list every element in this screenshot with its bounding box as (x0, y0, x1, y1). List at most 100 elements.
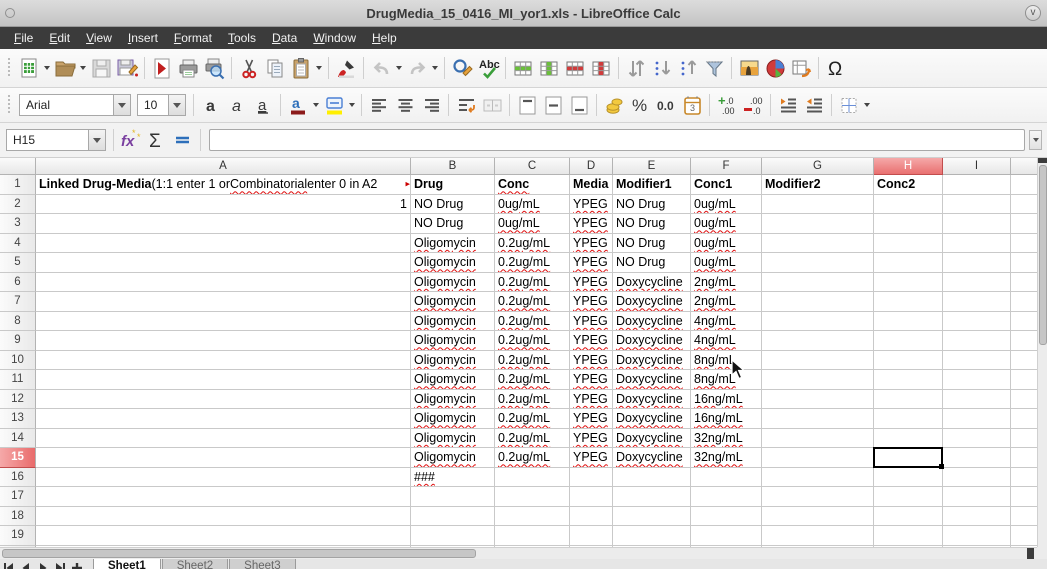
borders-caret[interactable] (862, 93, 872, 117)
align-right-icon[interactable] (418, 92, 444, 118)
cell-I14[interactable] (943, 429, 1011, 449)
cell-I12[interactable] (943, 390, 1011, 410)
font-color-icon[interactable]: a (285, 92, 311, 118)
next-sheet-icon[interactable] (34, 561, 51, 569)
cell-I9[interactable] (943, 331, 1011, 351)
cell-B7[interactable]: Oligomycin (411, 292, 495, 312)
menu-view[interactable]: View (78, 29, 120, 47)
cell-C18[interactable] (495, 507, 570, 527)
cell-I11[interactable] (943, 370, 1011, 390)
cell-C4[interactable]: 0.2ug/mL (495, 234, 570, 254)
name-box-dropdown[interactable] (89, 129, 106, 151)
vertical-scrollbar-thumb[interactable] (1039, 165, 1047, 345)
cell-C10[interactable]: 0.2ug/mL (495, 351, 570, 371)
cell-H17[interactable] (874, 487, 943, 507)
cell-C2[interactable]: 0ug/mL (495, 195, 570, 215)
open-icon[interactable] (52, 55, 78, 81)
cell-G17[interactable] (762, 487, 874, 507)
cell-C3[interactable]: 0ug/mL (495, 214, 570, 234)
cell-D6[interactable]: YPEG (570, 273, 613, 293)
highlight-color-icon[interactable] (321, 92, 347, 118)
cell-E18[interactable] (613, 507, 691, 527)
cell-D13[interactable]: YPEG (570, 409, 613, 429)
vertical-split-handle[interactable] (1038, 158, 1047, 163)
currency-icon[interactable] (601, 92, 627, 118)
cell-A15[interactable] (36, 448, 411, 468)
column-header-D[interactable]: D (570, 158, 613, 175)
italic-icon[interactable]: a (224, 92, 250, 118)
cell-A7[interactable] (36, 292, 411, 312)
menu-insert[interactable]: Insert (120, 29, 166, 47)
add-sheet-icon[interactable] (68, 561, 85, 569)
cell-D11[interactable]: YPEG (570, 370, 613, 390)
cell-E9[interactable]: Doxycycline (613, 331, 691, 351)
cell-B19[interactable] (411, 526, 495, 546)
cell-B14[interactable]: Oligomycin (411, 429, 495, 449)
cell-A13[interactable] (36, 409, 411, 429)
sheet-tab-sheet1[interactable]: Sheet1 (93, 559, 161, 569)
font-size-combo-dropdown[interactable] (169, 94, 186, 116)
cell-C8[interactable]: 0.2ug/mL (495, 312, 570, 332)
cell-A3[interactable] (36, 214, 411, 234)
cell-C13[interactable]: 0.2ug/mL (495, 409, 570, 429)
cell-A16[interactable] (36, 468, 411, 488)
cell-A19[interactable] (36, 526, 411, 546)
cell-I17[interactable] (943, 487, 1011, 507)
delete-rows-icon[interactable] (562, 55, 588, 81)
print-icon[interactable] (175, 55, 201, 81)
cell-H13[interactable] (874, 409, 943, 429)
font-name-combo-value[interactable]: Arial (19, 94, 114, 116)
column-header-F[interactable]: F (691, 158, 762, 175)
cell-F15[interactable]: 32ng/mL (691, 448, 762, 468)
cell-J10[interactable] (1011, 351, 1037, 371)
column-header-J[interactable] (1011, 158, 1037, 175)
cell-C1[interactable]: Conc (495, 175, 570, 195)
menu-window[interactable]: Window (305, 29, 364, 47)
first-sheet-icon[interactable] (0, 561, 17, 569)
row-header-15[interactable]: 15 (0, 448, 36, 468)
cell-C14[interactable]: 0.2ug/mL (495, 429, 570, 449)
cell-B3[interactable]: NO Drug (411, 214, 495, 234)
insert-chart-icon[interactable] (762, 55, 788, 81)
cell-F10[interactable]: 8ng/mL (691, 351, 762, 371)
row-header-7[interactable]: 7 (0, 292, 36, 312)
cell-G12[interactable] (762, 390, 874, 410)
cell-A8[interactable] (36, 312, 411, 332)
cell-D8[interactable]: YPEG (570, 312, 613, 332)
cell-H4[interactable] (874, 234, 943, 254)
previous-sheet-icon[interactable] (17, 561, 34, 569)
export-pdf-icon[interactable] (149, 55, 175, 81)
vertical-scrollbar[interactable] (1037, 158, 1047, 547)
cell-C6[interactable]: 0.2ug/mL (495, 273, 570, 293)
cell-E14[interactable]: Doxycycline (613, 429, 691, 449)
copy-icon[interactable] (262, 55, 288, 81)
cell-B1[interactable]: Drug (411, 175, 495, 195)
cell-G3[interactable] (762, 214, 874, 234)
cell-I16[interactable] (943, 468, 1011, 488)
find-replace-icon[interactable] (449, 55, 475, 81)
decrease-indent-icon[interactable] (801, 92, 827, 118)
align-center-icon[interactable] (392, 92, 418, 118)
percent-icon[interactable]: % (627, 92, 653, 118)
cell-H7[interactable] (874, 292, 943, 312)
cell-D19[interactable] (570, 526, 613, 546)
cell-D15[interactable]: YPEG (570, 448, 613, 468)
cell-J6[interactable] (1011, 273, 1037, 293)
cell-F8[interactable]: 4ng/mL (691, 312, 762, 332)
new-dropdown-caret[interactable] (42, 56, 52, 80)
cell-G11[interactable] (762, 370, 874, 390)
cell-E8[interactable]: Doxycycline (613, 312, 691, 332)
pivot-table-icon[interactable] (788, 55, 814, 81)
cell-C12[interactable]: 0.2ug/mL (495, 390, 570, 410)
cell-I5[interactable] (943, 253, 1011, 273)
highlight-color-caret[interactable] (347, 93, 357, 117)
window-menu-button[interactable]: v (1025, 5, 1041, 21)
cell-I10[interactable] (943, 351, 1011, 371)
cell-J11[interactable] (1011, 370, 1037, 390)
cell-F18[interactable] (691, 507, 762, 527)
cell-B2[interactable]: NO Drug (411, 195, 495, 215)
underline-icon[interactable]: a (250, 92, 276, 118)
cell-H1[interactable]: Conc2 (874, 175, 943, 195)
cell-H9[interactable] (874, 331, 943, 351)
cell-I19[interactable] (943, 526, 1011, 546)
